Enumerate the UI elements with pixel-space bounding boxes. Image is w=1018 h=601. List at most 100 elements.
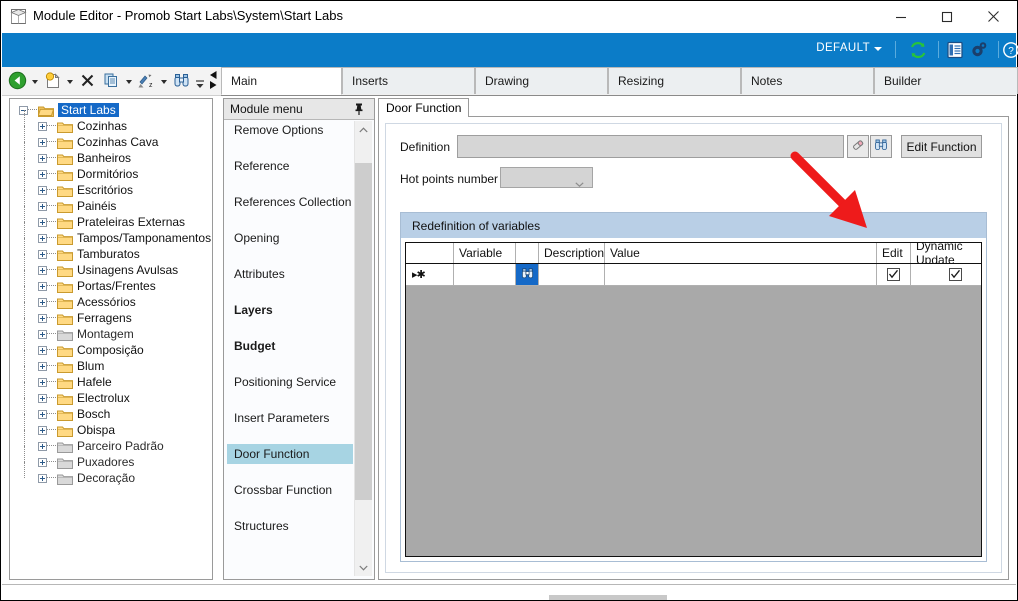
- expand-toggle-icon[interactable]: [38, 361, 47, 371]
- hot-points-select[interactable]: [500, 167, 593, 188]
- expand-toggle-icon[interactable]: [38, 281, 47, 291]
- scroll-down-button[interactable]: [355, 559, 372, 576]
- cell-edit[interactable]: [877, 264, 911, 285]
- menu-item-door-function[interactable]: Door Function: [227, 444, 353, 464]
- menu-item-reference[interactable]: Reference: [227, 156, 353, 176]
- expand-toggle-icon[interactable]: [38, 185, 47, 195]
- expand-toggle-icon[interactable]: [38, 169, 47, 179]
- expand-toggle-icon[interactable]: [38, 233, 47, 243]
- tree-node[interactable]: Blum: [10, 350, 212, 374]
- tree-node[interactable]: Ferragens: [10, 302, 212, 326]
- col-picker[interactable]: [516, 243, 539, 263]
- cell-description[interactable]: [539, 264, 605, 285]
- expand-toggle-icon[interactable]: [38, 217, 47, 227]
- menu-item-attributes[interactable]: Attributes: [227, 264, 353, 284]
- menu-item-crossbar-function[interactable]: Crossbar Function: [227, 480, 353, 500]
- minimize-button[interactable]: [878, 1, 924, 32]
- scrollbar-thumb[interactable]: [355, 163, 372, 500]
- module-menu-scrollbar[interactable]: [354, 121, 372, 576]
- tree-node[interactable]: Montagem: [10, 318, 212, 342]
- menu-item-remove-options[interactable]: Remove Options: [227, 122, 353, 140]
- tab-builder[interactable]: Builder: [874, 67, 1018, 94]
- module-menu-list[interactable]: Remove Options Reference References Collec…: [227, 122, 353, 575]
- col-edit[interactable]: Edit: [877, 243, 911, 263]
- expand-toggle-icon[interactable]: [38, 473, 47, 483]
- expand-toggle-icon[interactable]: [38, 121, 47, 131]
- col-dynamic-update[interactable]: Dynamic Update: [911, 243, 981, 267]
- profile-chevron-down-icon[interactable]: [874, 47, 882, 51]
- copy-chevron-down-icon[interactable]: [126, 80, 132, 84]
- tree-node[interactable]: Dormitórios: [10, 158, 212, 182]
- tab-door-function[interactable]: Door Function: [378, 98, 470, 117]
- col-description[interactable]: Description: [539, 243, 605, 263]
- tab-main[interactable]: Main: [221, 67, 342, 95]
- tree-node[interactable]: Tampos/Tamponamentos: [10, 222, 212, 246]
- search-definition-button[interactable]: [870, 135, 892, 158]
- tree-node[interactable]: Acessórios: [10, 286, 212, 310]
- cell-dynamic-update[interactable]: [911, 264, 981, 285]
- toolbar-expand-arrows-icon[interactable]: [207, 70, 219, 92]
- dynamic-update-checkbox[interactable]: [949, 268, 962, 281]
- menu-item-references-collection[interactable]: References Collection: [227, 192, 353, 212]
- col-variable[interactable]: Variable: [454, 243, 516, 263]
- tree-node[interactable]: Painéis: [10, 190, 212, 214]
- expand-toggle-icon[interactable]: [38, 297, 47, 307]
- new-chevron-down-icon[interactable]: [67, 80, 73, 84]
- tab-resizing[interactable]: Resizing: [608, 67, 741, 94]
- help-icon[interactable]: ?: [1001, 40, 1018, 60]
- toolbar-overflow-button[interactable]: [195, 72, 205, 92]
- definition-input[interactable]: [457, 135, 844, 158]
- tree-node[interactable]: Cozinhas Cava: [10, 126, 212, 150]
- expand-toggle-icon[interactable]: [38, 345, 47, 355]
- expand-toggle-icon[interactable]: [38, 425, 47, 435]
- tree-node[interactable]: Tamburatos: [10, 238, 212, 262]
- tree-node[interactable]: Decoração: [10, 462, 212, 486]
- cell-value[interactable]: [605, 264, 877, 285]
- table-row[interactable]: ▸✱: [406, 264, 981, 286]
- expand-toggle-icon[interactable]: [38, 265, 47, 275]
- expand-toggle-icon[interactable]: [38, 249, 47, 259]
- tree-node[interactable]: Portas/Frentes: [10, 270, 212, 294]
- menu-item-layers[interactable]: Layers: [227, 300, 353, 320]
- tab-drawing[interactable]: Drawing: [475, 67, 608, 94]
- expand-toggle-icon[interactable]: [38, 409, 47, 419]
- scroll-up-button[interactable]: [355, 121, 372, 138]
- expand-toggle-icon[interactable]: [38, 153, 47, 163]
- expand-toggle-icon[interactable]: [38, 457, 47, 467]
- edit-function-button[interactable]: Edit Function: [901, 135, 982, 158]
- sort-chevron-down-icon[interactable]: [161, 80, 167, 84]
- edit-checkbox[interactable]: [887, 268, 900, 281]
- tree-node[interactable]: Hafele: [10, 366, 212, 390]
- expand-toggle-icon[interactable]: [38, 313, 47, 323]
- module-tree-panel[interactable]: Start Labs Cozinhas Cozinhas Cava Banheiros…: [9, 98, 213, 580]
- col-value[interactable]: Value: [605, 243, 877, 263]
- find-binoculars-icon[interactable]: [172, 71, 191, 93]
- back-icon[interactable]: [8, 71, 27, 93]
- tree-node[interactable]: Banheiros: [10, 142, 212, 166]
- new-item-icon[interactable]: [43, 71, 62, 93]
- cell-variable[interactable]: [454, 264, 516, 285]
- cell-variable-picker[interactable]: [516, 264, 539, 285]
- tree-node[interactable]: Prateleiras Externas: [10, 206, 212, 230]
- menu-item-positioning-service[interactable]: Positioning Service: [227, 372, 353, 392]
- profile-label[interactable]: DEFAULT: [816, 42, 870, 54]
- menu-item-opening[interactable]: Opening: [227, 228, 353, 248]
- expand-toggle-icon[interactable]: [38, 329, 47, 339]
- refresh-icon[interactable]: [908, 40, 928, 60]
- expand-toggle-icon[interactable]: [38, 377, 47, 387]
- tree-node[interactable]: Puxadores: [10, 446, 212, 470]
- menu-item-structures[interactable]: Structures: [227, 516, 353, 536]
- delete-icon[interactable]: [78, 71, 97, 93]
- tree-node[interactable]: Usinagens Avulsas: [10, 254, 212, 278]
- tree-node[interactable]: Bosch: [10, 398, 212, 422]
- tab-notes[interactable]: Notes: [741, 67, 874, 94]
- tab-inserts[interactable]: Inserts: [342, 67, 475, 94]
- clear-definition-button[interactable]: [847, 135, 869, 158]
- variables-grid[interactable]: Variable Description Value Edit Dynamic …: [405, 242, 982, 557]
- tree-node[interactable]: Parceiro Padrão: [10, 430, 212, 454]
- close-button[interactable]: [970, 1, 1016, 32]
- maximize-button[interactable]: [924, 1, 970, 32]
- tree-node[interactable]: Composição: [10, 334, 212, 358]
- copy-icon[interactable]: [102, 71, 121, 93]
- tree-node[interactable]: Electrolux: [10, 382, 212, 406]
